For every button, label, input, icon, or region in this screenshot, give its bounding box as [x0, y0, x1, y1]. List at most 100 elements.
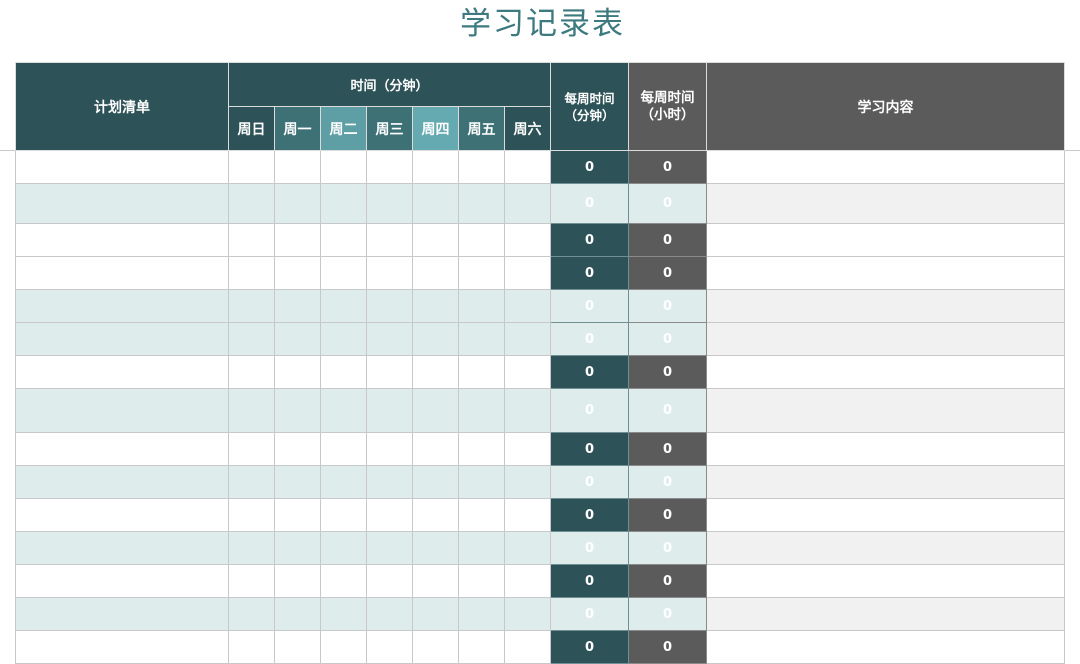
- day-cell-fri[interactable]: [458, 355, 505, 389]
- weekly-hours-cell[interactable]: 0: [628, 150, 707, 184]
- day-cell-mon[interactable]: [274, 289, 321, 323]
- weekly-minutes-cell[interactable]: 0: [550, 498, 629, 532]
- weekly-minutes-cell[interactable]: 0: [550, 432, 629, 466]
- day-cell-wed[interactable]: [366, 256, 413, 290]
- day-cell-tue[interactable]: [320, 564, 367, 598]
- day-cell-thu[interactable]: [412, 564, 459, 598]
- day-cell-sun[interactable]: [228, 432, 275, 466]
- day-cell-sat[interactable]: [504, 183, 551, 224]
- day-cell-wed[interactable]: [366, 531, 413, 565]
- weekly-minutes-cell[interactable]: 0: [550, 322, 629, 356]
- weekly-hours-cell[interactable]: 0: [628, 630, 707, 664]
- day-cell-wed[interactable]: [366, 388, 413, 433]
- day-cell-fri[interactable]: [458, 597, 505, 631]
- study-content-cell[interactable]: [706, 289, 1065, 323]
- day-cell-wed[interactable]: [366, 223, 413, 257]
- day-cell-thu[interactable]: [412, 183, 459, 224]
- day-cell-thu[interactable]: [412, 432, 459, 466]
- day-cell-wed[interactable]: [366, 498, 413, 532]
- day-cell-wed[interactable]: [366, 465, 413, 499]
- day-cell-tue[interactable]: [320, 630, 367, 664]
- weekly-hours-cell[interactable]: 0: [628, 564, 707, 598]
- day-cell-mon[interactable]: [274, 465, 321, 499]
- day-cell-sun[interactable]: [228, 150, 275, 184]
- day-cell-thu[interactable]: [412, 630, 459, 664]
- plan-cell[interactable]: [15, 564, 229, 598]
- weekly-minutes-cell[interactable]: 0: [550, 289, 629, 323]
- plan-cell[interactable]: [15, 223, 229, 257]
- day-cell-thu[interactable]: [412, 256, 459, 290]
- day-cell-sat[interactable]: [504, 465, 551, 499]
- day-cell-tue[interactable]: [320, 498, 367, 532]
- day-cell-fri[interactable]: [458, 630, 505, 664]
- weekly-hours-cell[interactable]: 0: [628, 531, 707, 565]
- weekly-hours-cell[interactable]: 0: [628, 465, 707, 499]
- day-cell-fri[interactable]: [458, 465, 505, 499]
- day-cell-thu[interactable]: [412, 597, 459, 631]
- day-cell-mon[interactable]: [274, 531, 321, 565]
- day-cell-wed[interactable]: [366, 355, 413, 389]
- study-content-cell[interactable]: [706, 597, 1065, 631]
- day-cell-wed[interactable]: [366, 432, 413, 466]
- day-cell-sun[interactable]: [228, 183, 275, 224]
- plan-cell[interactable]: [15, 531, 229, 565]
- day-cell-thu[interactable]: [412, 465, 459, 499]
- day-cell-thu[interactable]: [412, 355, 459, 389]
- day-cell-sat[interactable]: [504, 150, 551, 184]
- day-cell-mon[interactable]: [274, 388, 321, 433]
- study-content-cell[interactable]: [706, 564, 1065, 598]
- weekly-minutes-cell[interactable]: 0: [550, 531, 629, 565]
- day-cell-sat[interactable]: [504, 564, 551, 598]
- day-cell-sat[interactable]: [504, 322, 551, 356]
- study-content-cell[interactable]: [706, 355, 1065, 389]
- study-content-cell[interactable]: [706, 183, 1065, 224]
- day-cell-sat[interactable]: [504, 355, 551, 389]
- weekly-minutes-cell[interactable]: 0: [550, 355, 629, 389]
- day-cell-fri[interactable]: [458, 531, 505, 565]
- day-cell-thu[interactable]: [412, 223, 459, 257]
- plan-cell[interactable]: [15, 256, 229, 290]
- weekly-hours-cell[interactable]: 0: [628, 388, 707, 433]
- day-cell-fri[interactable]: [458, 223, 505, 257]
- day-cell-wed[interactable]: [366, 289, 413, 323]
- weekly-minutes-cell[interactable]: 0: [550, 256, 629, 290]
- day-cell-mon[interactable]: [274, 150, 321, 184]
- day-cell-mon[interactable]: [274, 597, 321, 631]
- plan-cell[interactable]: [15, 432, 229, 466]
- plan-cell[interactable]: [15, 498, 229, 532]
- day-cell-tue[interactable]: [320, 355, 367, 389]
- day-cell-tue[interactable]: [320, 150, 367, 184]
- day-cell-sun[interactable]: [228, 465, 275, 499]
- day-cell-sun[interactable]: [228, 498, 275, 532]
- day-cell-wed[interactable]: [366, 322, 413, 356]
- day-cell-mon[interactable]: [274, 256, 321, 290]
- day-cell-sat[interactable]: [504, 289, 551, 323]
- day-cell-wed[interactable]: [366, 630, 413, 664]
- weekly-minutes-cell[interactable]: 0: [550, 564, 629, 598]
- day-cell-fri[interactable]: [458, 432, 505, 466]
- day-cell-sun[interactable]: [228, 256, 275, 290]
- weekly-hours-cell[interactable]: 0: [628, 432, 707, 466]
- day-cell-fri[interactable]: [458, 498, 505, 532]
- day-cell-fri[interactable]: [458, 289, 505, 323]
- weekly-hours-cell[interactable]: 0: [628, 498, 707, 532]
- weekly-hours-cell[interactable]: 0: [628, 256, 707, 290]
- plan-cell[interactable]: [15, 322, 229, 356]
- day-cell-tue[interactable]: [320, 388, 367, 433]
- day-cell-mon[interactable]: [274, 498, 321, 532]
- weekly-minutes-cell[interactable]: 0: [550, 183, 629, 224]
- study-content-cell[interactable]: [706, 432, 1065, 466]
- day-cell-fri[interactable]: [458, 183, 505, 224]
- day-cell-sun[interactable]: [228, 388, 275, 433]
- day-cell-thu[interactable]: [412, 289, 459, 323]
- day-cell-mon[interactable]: [274, 564, 321, 598]
- plan-cell[interactable]: [15, 355, 229, 389]
- day-cell-fri[interactable]: [458, 322, 505, 356]
- study-content-cell[interactable]: [706, 498, 1065, 532]
- day-cell-mon[interactable]: [274, 223, 321, 257]
- day-cell-tue[interactable]: [320, 256, 367, 290]
- weekly-hours-cell[interactable]: 0: [628, 322, 707, 356]
- study-content-cell[interactable]: [706, 256, 1065, 290]
- weekly-hours-cell[interactable]: 0: [628, 183, 707, 224]
- day-cell-mon[interactable]: [274, 432, 321, 466]
